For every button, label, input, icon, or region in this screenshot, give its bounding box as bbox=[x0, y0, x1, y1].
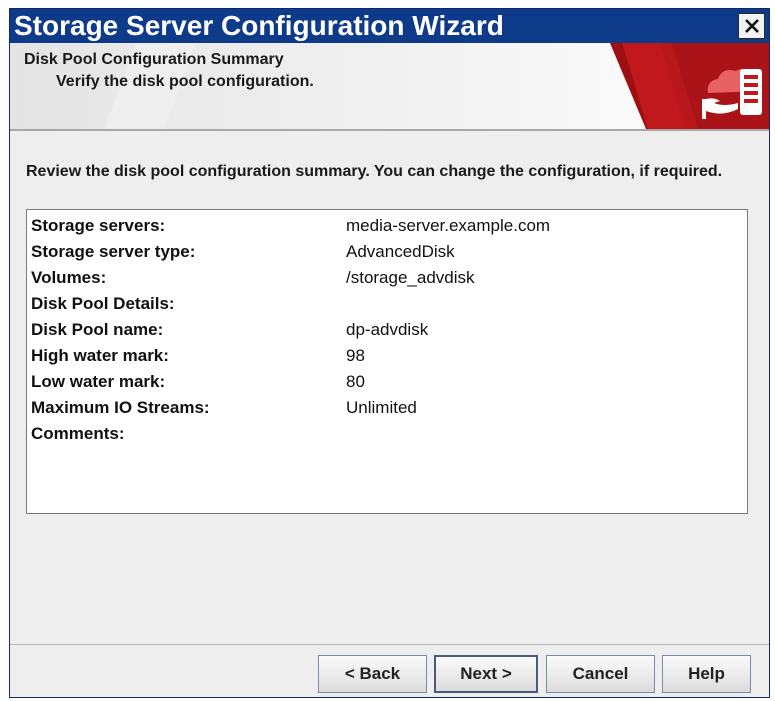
summary-row: Disk Pool name: dp-advdisk bbox=[31, 318, 731, 344]
summary-label: Comments: bbox=[31, 424, 125, 443]
next-button[interactable]: Next > bbox=[434, 655, 538, 693]
help-button-label: Help bbox=[688, 664, 725, 683]
cancel-button[interactable]: Cancel bbox=[546, 655, 655, 693]
close-button[interactable] bbox=[738, 13, 765, 39]
cancel-button-label: Cancel bbox=[572, 664, 629, 683]
header-title: Disk Pool Configuration Summary bbox=[24, 51, 284, 68]
summary-value: media-server.example.com bbox=[346, 216, 551, 235]
next-button-label: Next > bbox=[460, 664, 512, 683]
header-divider bbox=[10, 129, 769, 131]
storage-cloud-logo-icon bbox=[610, 43, 769, 129]
close-icon bbox=[744, 19, 759, 33]
header-subtitle: Verify the disk pool configuration. bbox=[56, 73, 314, 90]
summary-value: AdvancedDisk bbox=[346, 242, 455, 261]
summary-value: 98 bbox=[346, 346, 365, 365]
wizard-window: Storage Server Configuration Wizard Disk… bbox=[9, 8, 770, 698]
summary-value: 80 bbox=[346, 372, 365, 391]
summary-panel[interactable]: Storage servers: media-server.example.co… bbox=[26, 209, 748, 514]
summary-value: /storage_advdisk bbox=[346, 268, 475, 287]
back-button-label: < Back bbox=[344, 664, 401, 683]
summary-label: Disk Pool Details: bbox=[31, 294, 175, 313]
window-title: Storage Server Configuration Wizard bbox=[14, 10, 504, 41]
help-button[interactable]: Help bbox=[662, 655, 751, 693]
summary-row: Volumes: /storage_advdisk bbox=[31, 266, 731, 292]
button-bar: < Back Next > Cancel Help bbox=[10, 645, 769, 697]
summary-label: Maximum IO Streams: bbox=[31, 398, 210, 417]
summary-label: Disk Pool name: bbox=[31, 320, 164, 339]
summary-row: High water mark: 98 bbox=[31, 344, 731, 370]
summary-label: Volumes: bbox=[31, 268, 107, 287]
summary-row: Comments: bbox=[31, 422, 731, 448]
summary-row: Maximum IO Streams: Unlimited bbox=[31, 396, 731, 422]
summary-row: Storage server type: AdvancedDisk bbox=[31, 240, 731, 266]
summary-value: dp-advdisk bbox=[346, 320, 429, 339]
intro-text: Review the disk pool configuration summa… bbox=[26, 163, 723, 180]
title-bar: Storage Server Configuration Wizard bbox=[10, 9, 769, 43]
summary-row: Disk Pool Details: bbox=[31, 292, 731, 318]
summary-label: Storage server type: bbox=[31, 242, 196, 261]
summary-row: Storage servers: media-server.example.co… bbox=[31, 214, 731, 240]
summary-value: Unlimited bbox=[346, 398, 417, 417]
summary-row: Low water mark: 80 bbox=[31, 370, 731, 396]
summary-label: High water mark: bbox=[31, 346, 169, 365]
summary-label: Low water mark: bbox=[31, 372, 166, 391]
wizard-header: Disk Pool Configuration Summary Verify t… bbox=[10, 43, 769, 129]
back-button[interactable]: < Back bbox=[318, 655, 427, 693]
summary-label: Storage servers: bbox=[31, 216, 166, 235]
